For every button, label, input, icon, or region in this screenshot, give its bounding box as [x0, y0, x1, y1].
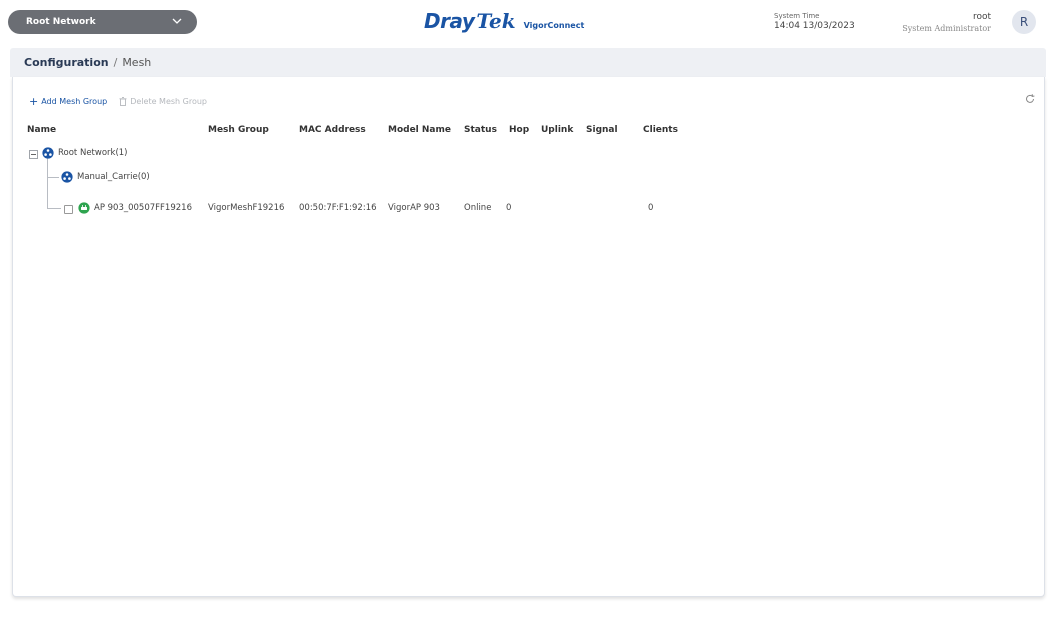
network-select-label: Root Network: [26, 17, 96, 27]
delete-mesh-group-button[interactable]: Delete Mesh Group: [119, 97, 207, 106]
breadcrumb-section[interactable]: Configuration: [24, 56, 109, 69]
device-checkbox[interactable]: [64, 205, 73, 214]
system-time-label: System Time: [774, 12, 820, 20]
system-time: System Time 14:04 13/03/2023: [774, 11, 855, 31]
col-model-name[interactable]: Model Name: [388, 125, 451, 135]
add-mesh-group-label: Add Mesh Group: [41, 97, 108, 106]
ap-online-icon: [78, 202, 90, 214]
trash-icon: [119, 97, 127, 106]
device-name[interactable]: AP 903_00507FF19216: [94, 203, 192, 213]
collapse-toggle[interactable]: [29, 150, 38, 159]
logo-dray: Dray: [424, 9, 475, 33]
user-info: root System Administrator: [902, 11, 991, 35]
tree-row-root[interactable]: Root Network(1): [13, 146, 1044, 162]
add-mesh-group-button[interactable]: + Add Mesh Group: [29, 95, 107, 108]
top-header: Root Network Dray Tek VigorConnect System…: [0, 0, 1053, 44]
col-hop[interactable]: Hop: [509, 125, 529, 135]
plus-icon: +: [29, 95, 39, 108]
mesh-group-name: Manual_Carrie(0): [77, 172, 150, 182]
network-icon: [42, 147, 54, 159]
col-status[interactable]: Status: [464, 125, 497, 135]
col-name[interactable]: Name: [27, 125, 56, 135]
logo-tek: Tek: [476, 9, 516, 33]
breadcrumb-separator: /: [113, 56, 118, 69]
col-signal[interactable]: Signal: [586, 125, 618, 135]
draytek-logo: Dray Tek VigorConnect: [424, 9, 584, 33]
chevron-down-icon: [172, 18, 182, 24]
refresh-icon[interactable]: [1024, 93, 1036, 105]
col-mesh-group[interactable]: Mesh Group: [208, 125, 269, 135]
col-clients[interactable]: Clients: [643, 125, 678, 135]
col-uplink[interactable]: Uplink: [541, 125, 573, 135]
table-header: Name Mesh Group MAC Address Model Name S…: [13, 125, 1044, 139]
network-select[interactable]: Root Network: [8, 10, 197, 34]
avatar[interactable]: R: [1012, 10, 1036, 34]
device-mac-address: 00:50:7F:F1:92:16: [299, 203, 377, 213]
user-role: System Administrator: [902, 24, 991, 33]
device-clients: 0: [648, 203, 654, 213]
device-mesh-group: VigorMeshF19216: [208, 203, 285, 213]
device-model-name: VigorAP 903: [388, 203, 440, 213]
system-time-value: 14:04 13/03/2023: [774, 21, 855, 31]
tree-row-mesh-group[interactable]: Manual_Carrie(0): [13, 170, 1044, 186]
toolbar: + Add Mesh Group Delete Mesh Group: [29, 95, 207, 108]
root-network-name: Root Network(1): [58, 148, 128, 158]
breadcrumb-page: Mesh: [122, 56, 152, 69]
table-row[interactable]: AP 903_00507FF19216 VigorMeshF19216 00:5…: [13, 201, 1044, 217]
username: root: [972, 12, 991, 22]
delete-mesh-group-label: Delete Mesh Group: [130, 97, 208, 106]
mesh-group-icon: [61, 171, 73, 183]
device-status: Online: [464, 203, 492, 213]
logo-app-name: VigorConnect: [523, 21, 585, 30]
breadcrumb: Configuration / Mesh: [10, 48, 1046, 77]
mesh-panel: + Add Mesh Group Delete Mesh Group Name …: [12, 77, 1045, 597]
col-mac-address[interactable]: MAC Address: [299, 125, 366, 135]
device-hop: 0: [506, 203, 512, 213]
